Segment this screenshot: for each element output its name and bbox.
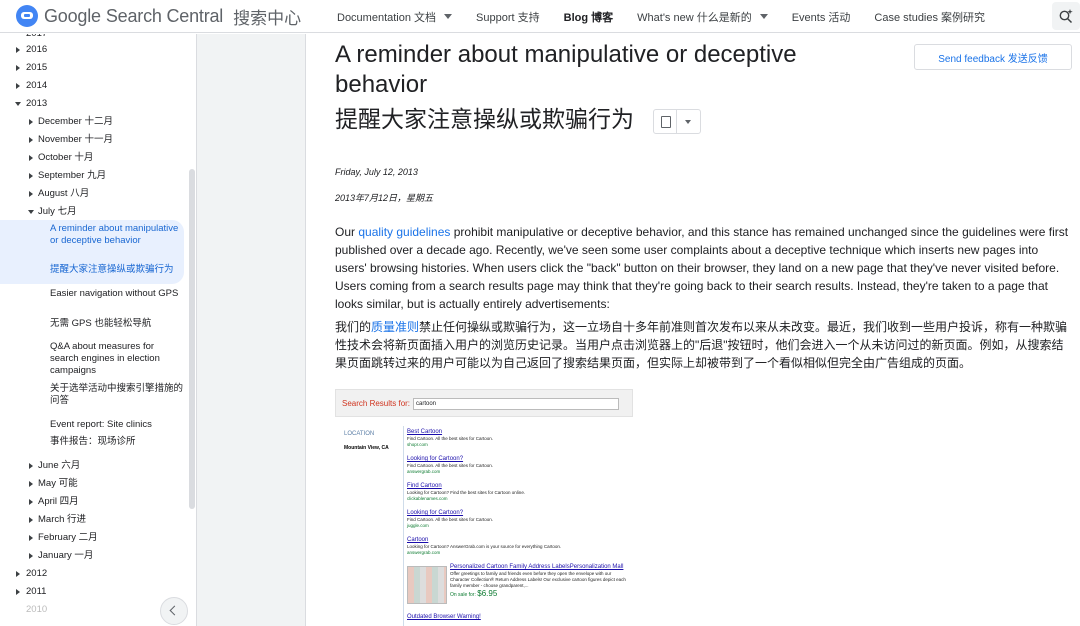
example-divider xyxy=(403,426,404,626)
top-nav: Documentation 文档 Support 支持 Blog 博客 What… xyxy=(325,0,997,33)
example-search-results-image: Search Results for: cartoon LOCATION Mou… xyxy=(335,389,633,626)
chevron-right-icon xyxy=(29,535,33,541)
article: A reminder about manipulative or decepti… xyxy=(306,34,1080,626)
chevron-right-icon xyxy=(29,155,33,161)
nav-post-clinics-en[interactable]: Event report: Site clinics xyxy=(50,419,185,431)
sidebar-scrollbar[interactable] xyxy=(189,169,195,509)
chevron-left-icon xyxy=(169,605,180,616)
nav-support[interactable]: Support 支持 xyxy=(464,0,552,33)
brand-product: Search Central xyxy=(105,5,224,26)
paragraph-en: Our quality guidelines prohibit manipula… xyxy=(335,225,1069,311)
chevron-down-icon xyxy=(28,210,34,214)
chevron-right-icon xyxy=(16,589,20,595)
chevron-right-icon xyxy=(29,137,33,143)
nav-post-clinics-cn[interactable]: 事件报告：现场诊所 xyxy=(50,436,185,448)
chevron-right-icon xyxy=(29,499,33,505)
chevron-right-icon xyxy=(16,47,20,53)
copy-icon[interactable] xyxy=(654,110,678,133)
nav-post-reminder-en[interactable]: A reminder about manipulative or decepti… xyxy=(50,223,185,247)
nav-events[interactable]: Events 活动 xyxy=(780,0,863,33)
chevron-right-icon xyxy=(16,65,20,71)
paragraph-cn: 我们的质量准则禁止任何操纵或欺骗行为，这一立场自十多年前准则首次发布以来从未改变… xyxy=(335,320,1068,370)
nav-year-2017[interactable]: 2017 xyxy=(26,34,196,40)
nav-documentation[interactable]: Documentation 文档 xyxy=(325,0,464,33)
top-bar: Google Search Central 搜索中心 Documentation… xyxy=(0,0,1080,33)
chevron-down-icon xyxy=(444,14,453,19)
quality-guidelines-link[interactable]: quality guidelines xyxy=(358,225,450,239)
copy-title-control xyxy=(653,109,701,134)
page-title-en: A reminder about manipulative or decepti… xyxy=(335,41,797,98)
nav-case-studies[interactable]: Case studies 案例研究 xyxy=(862,0,997,33)
search-spark-icon xyxy=(1059,9,1073,24)
chevron-down-icon xyxy=(759,14,768,19)
chevron-down-icon[interactable] xyxy=(677,110,700,133)
example-result: Find Cartoon Looking for Cartoon? Find t… xyxy=(407,483,526,501)
nav-post-reminder-cn[interactable]: 提醒大家注意操纵或欺骗行为 xyxy=(50,264,185,276)
example-result-last: Outdated Browser Warning! xyxy=(407,614,481,620)
chevron-right-icon xyxy=(29,173,33,179)
example-location-value: Mountain View, CA xyxy=(344,445,389,451)
chevron-right-icon xyxy=(16,83,20,89)
nav-post-qa-en[interactable]: Q&A about measures for search engines in… xyxy=(50,341,185,377)
example-result: Looking for Cartoon? Find Cartoon. All t… xyxy=(407,456,494,474)
chevron-right-icon xyxy=(16,571,20,577)
brand-cn: 搜索中心 xyxy=(233,8,302,28)
example-search-input: cartoon xyxy=(413,398,619,410)
chevron-down-icon xyxy=(15,102,21,106)
example-location-label: LOCATION xyxy=(344,431,375,437)
chevron-right-icon xyxy=(29,481,33,487)
page-gutter xyxy=(197,34,306,626)
example-result: Cartoon Looking for Cartoon? AnswerGrab.… xyxy=(407,537,562,555)
chevron-right-icon xyxy=(29,553,33,559)
nav-whats-new[interactable]: What's new 什么是新的 xyxy=(625,0,780,33)
site-brand[interactable]: Google Search Central 搜索中心 xyxy=(16,4,301,28)
nav-post-qa-cn[interactable]: 关于选举活动中搜索引擎措施的问答 xyxy=(50,383,185,407)
send-feedback-button[interactable]: Send feedback 发送反馈 xyxy=(914,44,1072,70)
nav-blog[interactable]: Blog 博客 xyxy=(552,0,626,33)
date-cn: 2013年7月12日，星期五 xyxy=(335,193,434,203)
page-title-cn: 提醒大家注意操纵或欺骗行为 xyxy=(335,106,634,132)
nav-post-gps-cn[interactable]: 无需 GPS 也能轻松导航 xyxy=(50,318,185,330)
example-ad: Personalized Cartoon Family Address Labe… xyxy=(450,564,626,598)
example-result: Best Cartoon Find Cartoon. All the best … xyxy=(407,429,494,447)
date-en: Friday, July 12, 2013 xyxy=(335,167,418,177)
chevron-right-icon xyxy=(29,119,33,125)
chevron-right-icon xyxy=(29,463,33,469)
search-button[interactable] xyxy=(1052,2,1080,30)
example-ad-image xyxy=(407,566,447,604)
quality-guidelines-link-cn[interactable]: 质量准则 xyxy=(371,320,419,334)
example-result: Looking for Cartoon? Find Cartoon. All t… xyxy=(407,510,494,528)
chevron-right-icon xyxy=(29,517,33,523)
chevron-right-icon xyxy=(29,191,33,197)
left-nav: 2017 2016 2015 2014 2013 December 十二月 No… xyxy=(0,34,197,626)
nav-post-gps-en[interactable]: Easier navigation without GPS xyxy=(50,288,185,300)
collapse-sidebar-button[interactable] xyxy=(160,597,188,625)
example-search-label: Search Results for: xyxy=(342,399,411,408)
brand-google: Google xyxy=(44,5,101,26)
example-search-header: Search Results for: cartoon xyxy=(335,389,633,417)
search-central-logo-icon xyxy=(16,5,38,27)
